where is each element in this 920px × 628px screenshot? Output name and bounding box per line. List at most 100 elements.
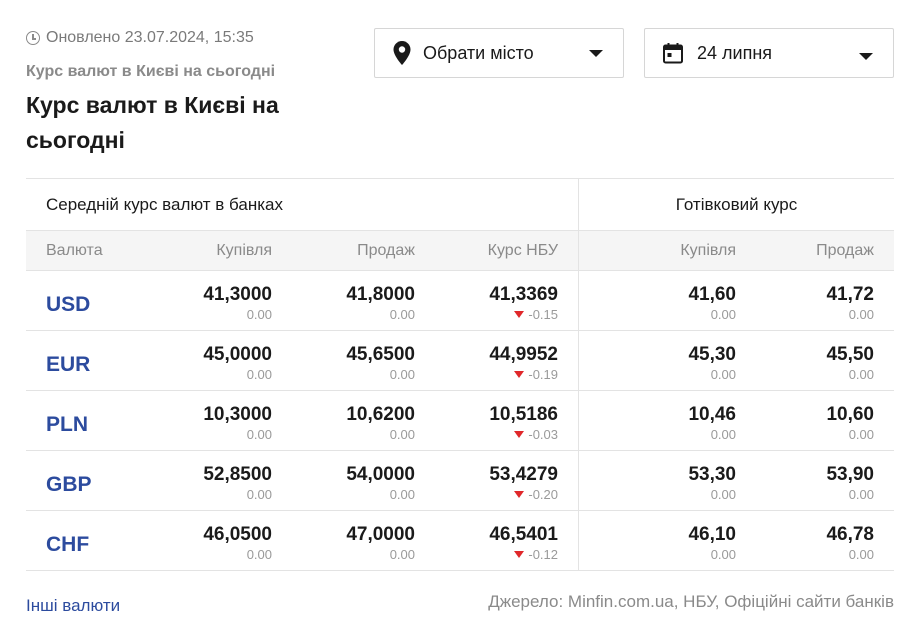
currency-code[interactable]: PLN	[26, 391, 151, 450]
cash-sell-cell: 41,72 0.00	[736, 271, 894, 330]
cash-buy-cell-change: 0.00	[579, 546, 736, 563]
bank-buy-cell: 45,0000 0.00	[151, 331, 272, 390]
change-value: -0.15	[528, 307, 558, 322]
column-currency: Валюта	[46, 241, 103, 259]
nbu-rate-cell-change: -0.19	[415, 366, 558, 383]
bank-sell-cell: 45,6500 0.00	[272, 331, 415, 390]
change-value: 0.00	[389, 547, 415, 562]
change-value: 0.00	[710, 367, 736, 382]
change-value: 0.00	[848, 367, 874, 382]
cash-buy-cell-change: 0.00	[579, 306, 736, 323]
bank-buy-cell-change: 0.00	[151, 306, 272, 323]
cash-buy-cell-change: 0.00	[579, 486, 736, 503]
cash-sell-cell: 46,78 0.00	[736, 511, 894, 570]
cash-sell-cell-change: 0.00	[736, 366, 874, 383]
change-value: 0.00	[848, 547, 874, 562]
nbu-rate-cell-change: -0.15	[415, 306, 558, 323]
bank-sell-cell-value: 45,6500	[346, 344, 415, 365]
change-value: 0.00	[246, 487, 272, 502]
cash-buy-cell: 41,60 0.00	[579, 271, 736, 330]
column-cash-buy: Купівля	[680, 241, 736, 259]
currency-code[interactable]: EUR	[26, 331, 151, 390]
bank-sell-cell-value: 10,6200	[346, 404, 415, 425]
change-value: 0.00	[246, 307, 272, 322]
date-select-label: 24 липня	[697, 42, 773, 63]
bank-average-header: Середній курс валют в банках	[26, 179, 579, 230]
bank-sell-cell: 47,0000 0.00	[272, 511, 415, 570]
bank-sell-cell-value: 41,8000	[346, 284, 415, 305]
bank-sell-cell: 10,6200 0.00	[272, 391, 415, 450]
column-cash-sell: Продаж	[816, 241, 874, 259]
triangle-down-icon	[514, 311, 525, 318]
cash-sell-cell: 45,50 0.00	[736, 331, 894, 390]
change-value: 0.00	[710, 307, 736, 322]
cash-buy-cell-change: 0.00	[579, 366, 736, 383]
table-row: PLN 10,3000 0.00 10,6200 0.00 10,5186 -0.03 10,…	[26, 391, 894, 451]
nbu-rate-cell-value: 53,4279	[489, 464, 558, 485]
nbu-rate-cell-change: -0.03	[415, 426, 558, 443]
city-select-label: Обрати місто	[423, 42, 534, 63]
currency-code[interactable]: GBP	[26, 451, 151, 510]
triangle-down-icon	[514, 491, 525, 498]
triangle-down-icon	[514, 551, 525, 558]
bank-buy-cell: 52,8500 0.00	[151, 451, 272, 510]
change-value: 0.00	[848, 307, 874, 322]
nbu-rate-cell: 53,4279 -0.20	[415, 451, 579, 510]
bank-sell-cell-change: 0.00	[272, 366, 415, 383]
cash-sell-cell-change: 0.00	[736, 546, 874, 563]
other-currencies-link[interactable]: Інші валюти	[26, 596, 120, 616]
cash-buy-cell-value: 53,30	[688, 464, 736, 485]
bank-buy-cell: 41,3000 0.00	[151, 271, 272, 330]
cash-sell-cell-value: 46,78	[826, 524, 874, 545]
city-select[interactable]: Обрати місто	[374, 28, 624, 78]
change-value: -0.12	[528, 547, 558, 562]
nbu-rate-cell: 46,5401 -0.12	[415, 511, 579, 570]
change-value: 0.00	[389, 367, 415, 382]
bank-buy-cell-change: 0.00	[151, 366, 272, 383]
nbu-rate-cell: 44,9952 -0.19	[415, 331, 579, 390]
triangle-down-icon	[514, 371, 525, 378]
currency-code[interactable]: CHF	[26, 511, 151, 570]
cash-buy-cell-value: 41,60	[688, 284, 736, 305]
bank-buy-cell-change: 0.00	[151, 546, 272, 563]
cash-sell-cell-value: 45,50	[826, 344, 874, 365]
nbu-rate-cell-change: -0.20	[415, 486, 558, 503]
nbu-rate-cell-value: 46,5401	[489, 524, 558, 545]
bank-buy-cell-change: 0.00	[151, 426, 272, 443]
cash-sell-cell-value: 10,60	[826, 404, 874, 425]
triangle-down-icon	[514, 431, 525, 438]
change-value: 0.00	[848, 487, 874, 502]
cash-sell-cell: 10,60 0.00	[736, 391, 894, 450]
change-value: 0.00	[389, 487, 415, 502]
currency-code[interactable]: USD	[26, 271, 151, 330]
change-value: 0.00	[848, 427, 874, 442]
cash-sell-cell-change: 0.00	[736, 426, 874, 443]
nbu-rate-cell: 10,5186 -0.03	[415, 391, 579, 450]
change-value: 0.00	[710, 487, 736, 502]
date-select[interactable]: 24 липня	[644, 28, 894, 78]
updated-text: Оновлено 23.07.2024, 15:35	[46, 29, 254, 46]
source-note: Джерело: Minfin.com.ua, НБУ, Офіційні са…	[488, 592, 894, 611]
change-value: 0.00	[710, 427, 736, 442]
nbu-rate-cell: 41,3369 -0.15	[415, 271, 579, 330]
change-value: 0.00	[246, 367, 272, 382]
chevron-down-icon	[859, 53, 873, 60]
cash-buy-cell: 45,30 0.00	[579, 331, 736, 390]
change-value: 0.00	[389, 427, 415, 442]
bank-buy-cell-value: 41,3000	[203, 284, 272, 305]
calendar-icon	[663, 43, 683, 64]
updated-timestamp: Оновлено 23.07.2024, 15:35	[26, 29, 254, 47]
change-value: -0.19	[528, 367, 558, 382]
cash-buy-cell: 53,30 0.00	[579, 451, 736, 510]
bank-buy-cell-change: 0.00	[151, 486, 272, 503]
table-row: CHF 46,0500 0.00 47,0000 0.00 46,5401 -0.12 46,…	[26, 511, 894, 571]
cash-buy-cell-change: 0.00	[579, 426, 736, 443]
chevron-down-icon	[589, 50, 603, 57]
cash-buy-cell-value: 10,46	[688, 404, 736, 425]
bank-buy-cell-value: 46,0500	[203, 524, 272, 545]
bank-sell-cell-change: 0.00	[272, 306, 415, 323]
column-nbu: Курс НБУ	[415, 231, 579, 270]
change-value: -0.03	[528, 427, 558, 442]
table-row: EUR 45,0000 0.00 45,6500 0.00 44,9952 -0.19 45,…	[26, 331, 894, 391]
clock-icon	[26, 31, 40, 45]
